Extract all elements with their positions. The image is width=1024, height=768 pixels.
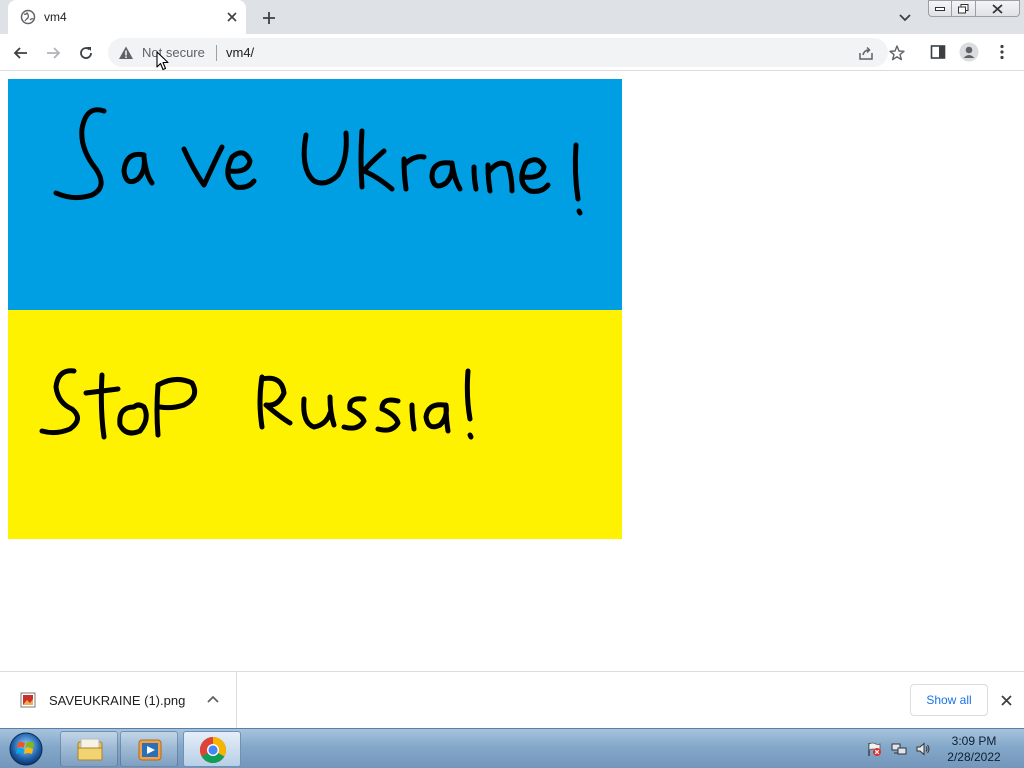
- taskbar-media-player-button[interactable]: [120, 731, 178, 767]
- taskbar-clock[interactable]: 3:09 PM 2/28/2022: [940, 733, 1008, 767]
- media-player-icon: [138, 739, 162, 761]
- minimize-icon: [935, 6, 945, 11]
- clock-date: 2/28/2022: [947, 750, 1001, 764]
- image-file-icon: [20, 692, 36, 708]
- forward-button[interactable]: [40, 40, 66, 66]
- close-icon: [227, 12, 237, 22]
- tab-strip: vm4: [0, 0, 1024, 34]
- tab-search-button[interactable]: [894, 7, 916, 29]
- warning-icon[interactable]: [118, 45, 134, 61]
- clock-time: 3:09 PM: [951, 734, 997, 748]
- globe-icon: [20, 9, 36, 25]
- arrow-right-icon: [47, 47, 61, 59]
- download-shelf-close-button[interactable]: [997, 691, 1015, 709]
- window-controls: [928, 0, 1020, 18]
- windows-start-button[interactable]: [6, 731, 46, 767]
- download-item[interactable]: SAVEUKRAINE (1).png: [0, 672, 237, 728]
- avatar-icon: [959, 42, 979, 62]
- new-tab-button[interactable]: [258, 7, 280, 29]
- taskbar-chrome-button[interactable]: [183, 731, 241, 767]
- profile-button[interactable]: [958, 41, 980, 63]
- share-icon[interactable]: [857, 44, 875, 62]
- arrow-left-icon: [13, 47, 27, 59]
- action-center-flag-icon[interactable]: [866, 741, 882, 757]
- tab-close-button[interactable]: [224, 9, 240, 25]
- download-shelf: SAVEUKRAINE (1).png Show all: [0, 671, 1024, 728]
- minimize-button[interactable]: [928, 0, 952, 17]
- back-button[interactable]: [8, 40, 34, 66]
- volume-icon[interactable]: [915, 741, 931, 757]
- taskbar-explorer-button[interactable]: [60, 731, 118, 767]
- show-all-button[interactable]: Show all: [910, 684, 988, 716]
- star-icon[interactable]: [888, 44, 906, 62]
- browser-tab[interactable]: vm4: [8, 0, 246, 34]
- side-panel-button[interactable]: [927, 41, 949, 63]
- network-icon[interactable]: [891, 741, 907, 757]
- close-icon: [1000, 694, 1012, 706]
- menu-button[interactable]: [991, 41, 1013, 63]
- mouse-pointer-icon: [156, 51, 169, 71]
- restore-button[interactable]: [952, 0, 976, 17]
- plus-icon: [263, 12, 275, 24]
- reload-icon: [80, 47, 92, 59]
- chevron-up-icon[interactable]: [205, 692, 221, 708]
- restore-icon: [958, 3, 969, 13]
- omnibox-divider: [216, 45, 217, 61]
- security-status-label[interactable]: Not secure: [142, 45, 205, 60]
- chevron-down-icon: [899, 14, 911, 22]
- window-close-button[interactable]: [976, 0, 1020, 17]
- side-panel-icon: [930, 45, 946, 59]
- folder-icon: [77, 738, 103, 761]
- windows-taskbar: 3:09 PM 2/28/2022: [0, 728, 1024, 768]
- download-filename: SAVEUKRAINE (1).png: [49, 693, 186, 708]
- browser-toolbar: Not secure vm4/: [0, 34, 1024, 71]
- chrome-icon: [199, 736, 227, 764]
- more-vert-icon: [1000, 44, 1004, 60]
- close-icon: [992, 3, 1003, 14]
- tab-title: vm4: [44, 10, 67, 24]
- url-text[interactable]: vm4/: [226, 45, 254, 60]
- save-ukraine-image: [8, 79, 622, 539]
- handwritten-text: [39, 107, 583, 440]
- reload-button[interactable]: [73, 40, 99, 66]
- address-bar[interactable]: Not secure vm4/: [108, 38, 905, 67]
- page-content: [0, 71, 1024, 671]
